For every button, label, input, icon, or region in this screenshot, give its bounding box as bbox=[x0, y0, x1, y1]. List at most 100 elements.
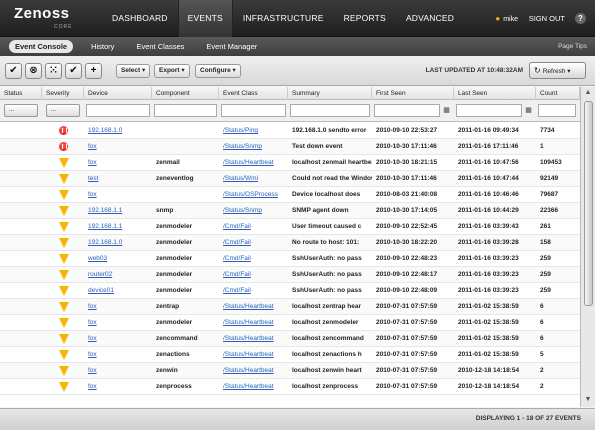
col-count[interactable]: Count bbox=[536, 87, 580, 100]
col-status[interactable]: Status bbox=[0, 87, 42, 100]
event-row[interactable]: 192.168.1.1 snmp/Status/Snmp SNMP agent do… bbox=[0, 203, 580, 219]
col-last-seen[interactable]: Last Seen bbox=[454, 87, 536, 100]
subnav-event-console[interactable]: Event Console bbox=[9, 40, 74, 53]
event-class-cell[interactable]: /Status/Heartbeat bbox=[219, 155, 288, 170]
col-summary[interactable]: Summary bbox=[288, 87, 372, 100]
last-seen-cell: 2011-01-16 09:49:34 bbox=[458, 127, 519, 134]
event-class-cell[interactable]: /Status/Snmp bbox=[219, 139, 288, 154]
close-event-button[interactable]: ⊗ bbox=[25, 63, 42, 79]
event-class-cell[interactable]: /Status/Heartbeat bbox=[219, 315, 288, 330]
refresh-button[interactable]: ↻ Refresh ▾ bbox=[529, 62, 586, 79]
last-seen-calendar-icon[interactable]: ▦ bbox=[523, 104, 534, 117]
grid-scrollbar[interactable]: ▲ ▼ bbox=[580, 87, 595, 407]
col-first-seen[interactable]: First Seen bbox=[372, 87, 454, 100]
event-row[interactable]: web03 zenmodeler/Cmd/Fail SshUserAuth: no … bbox=[0, 251, 580, 267]
signout-link[interactable]: SIGN OUT bbox=[529, 0, 565, 37]
event-row[interactable]: fox zenmail/Status/Heartbeat localhost zen… bbox=[0, 155, 580, 171]
nav-reports[interactable]: REPORTS bbox=[334, 0, 396, 37]
device-cell[interactable]: fox bbox=[84, 139, 152, 154]
export-dropdown[interactable]: Export ▾ bbox=[154, 64, 190, 78]
zenoss-logo[interactable]: Zenoss bbox=[14, 5, 70, 22]
event-class-cell[interactable]: /Cmd/Fail bbox=[219, 235, 288, 250]
subnav-history[interactable]: History bbox=[87, 40, 118, 53]
event-class-cell[interactable]: /Cmd/Fail bbox=[219, 219, 288, 234]
event-class-cell[interactable]: /Status/Heartbeat bbox=[219, 363, 288, 378]
add-event-button[interactable]: + bbox=[85, 63, 102, 79]
device-cell[interactable]: fox bbox=[84, 331, 152, 346]
component-filter[interactable] bbox=[154, 104, 217, 117]
event-row[interactable]: fox zenwin/Status/Heartbeat localhost zenw… bbox=[0, 363, 580, 379]
event-class-cell[interactable]: /Cmd/Fail bbox=[219, 251, 288, 266]
status-filter[interactable]: ... bbox=[4, 104, 38, 117]
device-cell[interactable]: fox bbox=[84, 347, 152, 362]
event-class-cell[interactable]: /Status/OSProcess bbox=[219, 187, 288, 202]
device-cell[interactable]: fox bbox=[84, 379, 152, 394]
col-device[interactable]: Device bbox=[84, 87, 152, 100]
event-row[interactable]: 192.168.1.0/Status/Ping 192.168.1.0 sendt… bbox=[0, 123, 580, 139]
event-class-cell[interactable]: /Status/Snmp bbox=[219, 203, 288, 218]
device-cell[interactable]: router02 bbox=[84, 267, 152, 282]
first-seen-calendar-icon[interactable]: ▦ bbox=[441, 104, 452, 117]
event-class-cell[interactable]: /Cmd/Fail bbox=[219, 283, 288, 298]
device-cell[interactable]: fox bbox=[84, 299, 152, 314]
device-cell[interactable]: 192.168.1.0 bbox=[84, 123, 152, 138]
event-row[interactable]: fox zenactions/Status/Heartbeat localhost … bbox=[0, 347, 580, 363]
page-tips-link[interactable]: Page Tips bbox=[558, 40, 587, 53]
device-cell[interactable]: fox bbox=[84, 363, 152, 378]
event-class-cell[interactable]: /Status/Heartbeat bbox=[219, 347, 288, 362]
configure-dropdown[interactable]: Configure ▾ bbox=[195, 64, 241, 78]
event-class-cell[interactable]: /Status/Heartbeat bbox=[219, 331, 288, 346]
device-cell[interactable]: 192.168.1.1 bbox=[84, 203, 152, 218]
last-seen-filter[interactable] bbox=[456, 104, 522, 117]
device-cell[interactable]: fox bbox=[84, 155, 152, 170]
warning-severity-icon bbox=[59, 286, 69, 296]
subnav-event-manager[interactable]: Event Manager bbox=[202, 40, 261, 53]
device-cell[interactable]: test bbox=[84, 171, 152, 186]
scroll-up-arrow[interactable]: ▲ bbox=[583, 88, 593, 98]
device-cell[interactable]: device01 bbox=[84, 283, 152, 298]
event-row[interactable]: fox zentrap/Status/Heartbeat localhost zen… bbox=[0, 299, 580, 315]
event-class-cell[interactable]: /Status/Ping bbox=[219, 123, 288, 138]
scroll-down-arrow[interactable]: ▼ bbox=[583, 395, 593, 405]
event-row[interactable]: router02 zenmodeler/Cmd/Fail SshUserAuth: … bbox=[0, 267, 580, 283]
event-row[interactable]: 192.168.1.1 zenmodeler/Cmd/Fail User timeo… bbox=[0, 219, 580, 235]
device-cell[interactable]: web03 bbox=[84, 251, 152, 266]
event-row[interactable]: fox zencommand/Status/Heartbeat localhost … bbox=[0, 331, 580, 347]
event-row[interactable]: fox zenprocess/Status/Heartbeat localhost … bbox=[0, 379, 580, 395]
event-row[interactable]: 192.168.1.0 zenmodeler/Cmd/Fail No route t… bbox=[0, 235, 580, 251]
scroll-thumb[interactable] bbox=[584, 101, 593, 306]
user-menu[interactable]: ● mike bbox=[495, 0, 518, 38]
nav-infrastructure[interactable]: INFRASTRUCTURE bbox=[233, 0, 334, 37]
select-dropdown[interactable]: Select ▾ bbox=[116, 64, 151, 78]
acknowledge-button[interactable]: ✔ bbox=[5, 63, 22, 79]
nav-dashboard[interactable]: DASHBOARD bbox=[102, 0, 178, 37]
event-row[interactable]: fox/Status/OSProcess Device localhost doe… bbox=[0, 187, 580, 203]
col-event-class[interactable]: Event Class bbox=[219, 87, 288, 100]
device-cell[interactable]: fox bbox=[84, 315, 152, 330]
first-seen-filter[interactable] bbox=[374, 104, 440, 117]
event-class-cell[interactable]: /Status/Heartbeat bbox=[219, 379, 288, 394]
nav-events[interactable]: EVENTS bbox=[177, 0, 233, 37]
device-filter[interactable] bbox=[86, 104, 150, 117]
reopen-button[interactable]: ✔ bbox=[65, 63, 82, 79]
help-icon[interactable]: ? bbox=[575, 13, 586, 24]
event-class-cell[interactable]: /Status/Wmi bbox=[219, 171, 288, 186]
device-cell[interactable]: fox bbox=[84, 187, 152, 202]
device-cell[interactable]: 192.168.1.0 bbox=[84, 235, 152, 250]
nav-advanced[interactable]: ADVANCED bbox=[396, 0, 464, 37]
event-row[interactable]: fox zenmodeler/Status/Heartbeat localhost … bbox=[0, 315, 580, 331]
count-filter[interactable] bbox=[538, 104, 576, 117]
severity-filter[interactable]: ... bbox=[46, 104, 80, 117]
device-cell[interactable]: 192.168.1.1 bbox=[84, 219, 152, 234]
col-component[interactable]: Component bbox=[152, 87, 219, 100]
event-class-cell[interactable]: /Status/Heartbeat bbox=[219, 299, 288, 314]
event-class-filter[interactable] bbox=[221, 104, 286, 117]
col-severity[interactable]: Severity bbox=[42, 87, 84, 100]
event-row[interactable]: device01 zenmodeler/Cmd/Fail SshUserAuth: … bbox=[0, 283, 580, 299]
summary-filter[interactable] bbox=[290, 104, 370, 117]
event-row[interactable]: test zeneventlog/Status/Wmi Could not read… bbox=[0, 171, 580, 187]
event-class-cell[interactable]: /Cmd/Fail bbox=[219, 267, 288, 282]
classify-button[interactable]: ⁙ bbox=[45, 63, 62, 79]
subnav-event-classes[interactable]: Event Classes bbox=[132, 40, 188, 53]
event-row[interactable]: fox/Status/Snmp Test down event 2010-10-30… bbox=[0, 139, 580, 155]
